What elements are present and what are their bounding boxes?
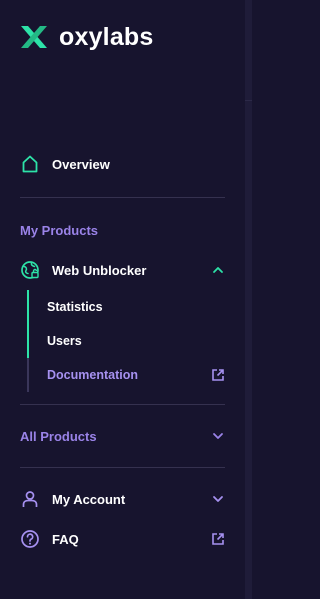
question-circle-icon: [21, 530, 39, 548]
nav-overview[interactable]: Overview: [20, 149, 225, 179]
submenu-item-documentation[interactable]: Documentation: [27, 358, 225, 392]
globe-unlock-icon: [21, 261, 39, 279]
nav-faq[interactable]: FAQ: [20, 524, 225, 554]
nav-faq-label: FAQ: [52, 531, 79, 547]
nav-web-unblocker[interactable]: Web Unblocker: [20, 255, 225, 285]
divider: [20, 467, 225, 468]
divider: [20, 197, 225, 198]
submenu-item-label: Documentation: [47, 368, 138, 382]
web-unblocker-submenu: Statistics Users Documentation: [27, 290, 225, 392]
external-link-icon: [212, 369, 224, 381]
nav-my-account[interactable]: My Account: [20, 484, 225, 514]
submenu-item-label: Users: [47, 334, 82, 348]
my-products-title: My Products: [20, 223, 99, 238]
divider: [20, 404, 225, 405]
submenu-item-users[interactable]: Users: [27, 324, 225, 358]
chevron-down-icon[interactable]: [211, 492, 225, 506]
submenu-item-statistics[interactable]: Statistics: [27, 290, 225, 324]
submenu-item-label: Statistics: [47, 300, 103, 314]
header-border: [245, 100, 252, 101]
brand-name: oxylabs: [59, 23, 154, 51]
chevron-down-icon[interactable]: [211, 429, 225, 443]
nav-web-unblocker-label: Web Unblocker: [52, 262, 147, 278]
chevron-up-icon[interactable]: [211, 263, 225, 277]
brand-logo[interactable]: oxylabs: [19, 22, 154, 52]
all-products-title: All Products: [20, 428, 97, 444]
user-icon: [22, 491, 38, 507]
external-link-icon: [212, 533, 224, 545]
home-icon: [22, 155, 38, 173]
sidebar: oxylabs Overview My Products Web Unblock…: [0, 0, 245, 599]
nav-overview-label: Overview: [52, 156, 110, 172]
nav-my-account-label: My Account: [52, 491, 126, 507]
content-edge: [245, 0, 252, 599]
nav-all-products[interactable]: All Products: [20, 421, 225, 451]
oxylabs-logo-icon: [21, 26, 47, 48]
